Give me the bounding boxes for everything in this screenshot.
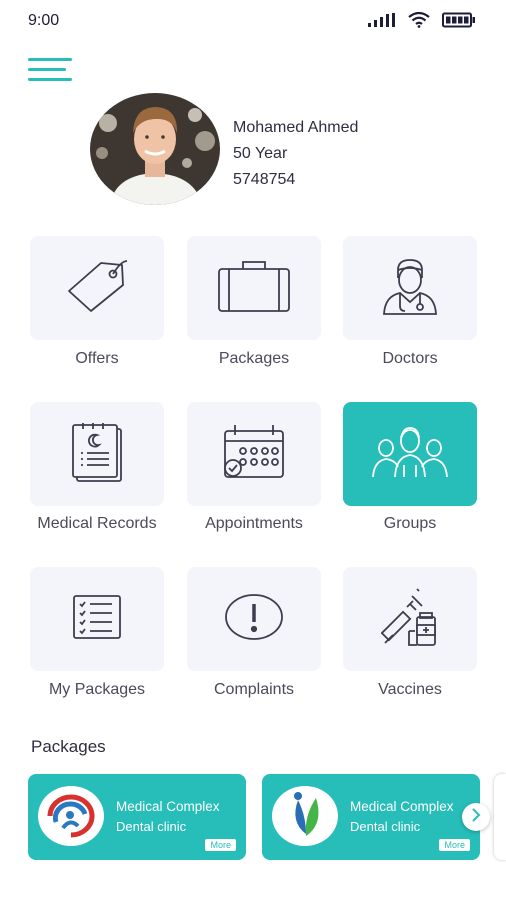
tile-label-appointments: Appointments (205, 515, 303, 532)
briefcase-icon (217, 259, 291, 318)
tile-label-my-packages: My Packages (48, 681, 146, 698)
package-card[interactable]: Medical Complex Dental clinic More (28, 774, 246, 860)
status-time: 9:00 (28, 12, 60, 29)
packages-section-title: Packages (31, 737, 106, 756)
status-icons (368, 11, 476, 33)
carousel-next-button[interactable] (462, 803, 490, 831)
syringe-icon (380, 587, 439, 652)
wifi-icon (408, 11, 430, 33)
tile-label-medical-records: Medical Records (37, 515, 157, 532)
package-name: Medical Complex (116, 799, 220, 814)
profile-name: Mohamed Ahmed (233, 119, 359, 136)
tile-doctors[interactable] (343, 236, 477, 340)
calendar-icon (221, 423, 287, 486)
hamburger-line (28, 68, 66, 71)
medical-records-icon (69, 421, 125, 488)
battery-icon (442, 12, 476, 33)
exclamation-icon (223, 592, 285, 647)
status-bar: 9:00 (0, 0, 506, 44)
profile-id: 5748754 (233, 171, 296, 188)
tile-my-packages[interactable] (30, 567, 164, 671)
cellular-signal-icon (368, 13, 396, 32)
group-icon (371, 425, 449, 484)
hamburger-line (28, 58, 72, 61)
chevron-right-icon (471, 807, 481, 827)
tile-packages[interactable] (187, 236, 321, 340)
package-subtitle: Dental clinic (116, 819, 187, 834)
tile-label-vaccines: Vaccines (378, 681, 442, 698)
tile-groups[interactable] (343, 402, 477, 506)
profile-age: 50 Year (233, 145, 288, 162)
medical-complex-logo (272, 786, 338, 846)
tag-icon (65, 257, 129, 320)
tile-label-packages: Packages (218, 350, 290, 367)
avatar[interactable] (90, 93, 220, 205)
tile-vaccines[interactable] (343, 567, 477, 671)
more-button[interactable]: More (205, 839, 236, 851)
doctor-icon (380, 256, 440, 321)
package-card[interactable]: Medical Complex Dental clinic More (262, 774, 480, 860)
tile-label-doctors: Doctors (382, 350, 438, 367)
hamburger-line (28, 78, 72, 81)
tile-label-offers: Offers (75, 350, 119, 367)
package-name: Medical Complex (350, 799, 454, 814)
tile-complaints[interactable] (187, 567, 321, 671)
tile-offers[interactable] (30, 236, 164, 340)
hamburger-menu-button[interactable] (28, 56, 72, 84)
tile-appointments[interactable] (187, 402, 321, 506)
checklist-icon (72, 594, 122, 645)
tile-label-groups: Groups (383, 515, 437, 532)
medical-complex-logo (38, 786, 104, 846)
package-card-peek[interactable] (494, 774, 506, 860)
package-subtitle: Dental clinic (350, 819, 421, 834)
more-button[interactable]: More (439, 839, 470, 851)
profile-info: Mohamed Ahmed 50 Year 5748754 (233, 115, 358, 193)
tile-medical-records[interactable] (30, 402, 164, 506)
tile-label-complaints: Complaints (213, 681, 295, 698)
